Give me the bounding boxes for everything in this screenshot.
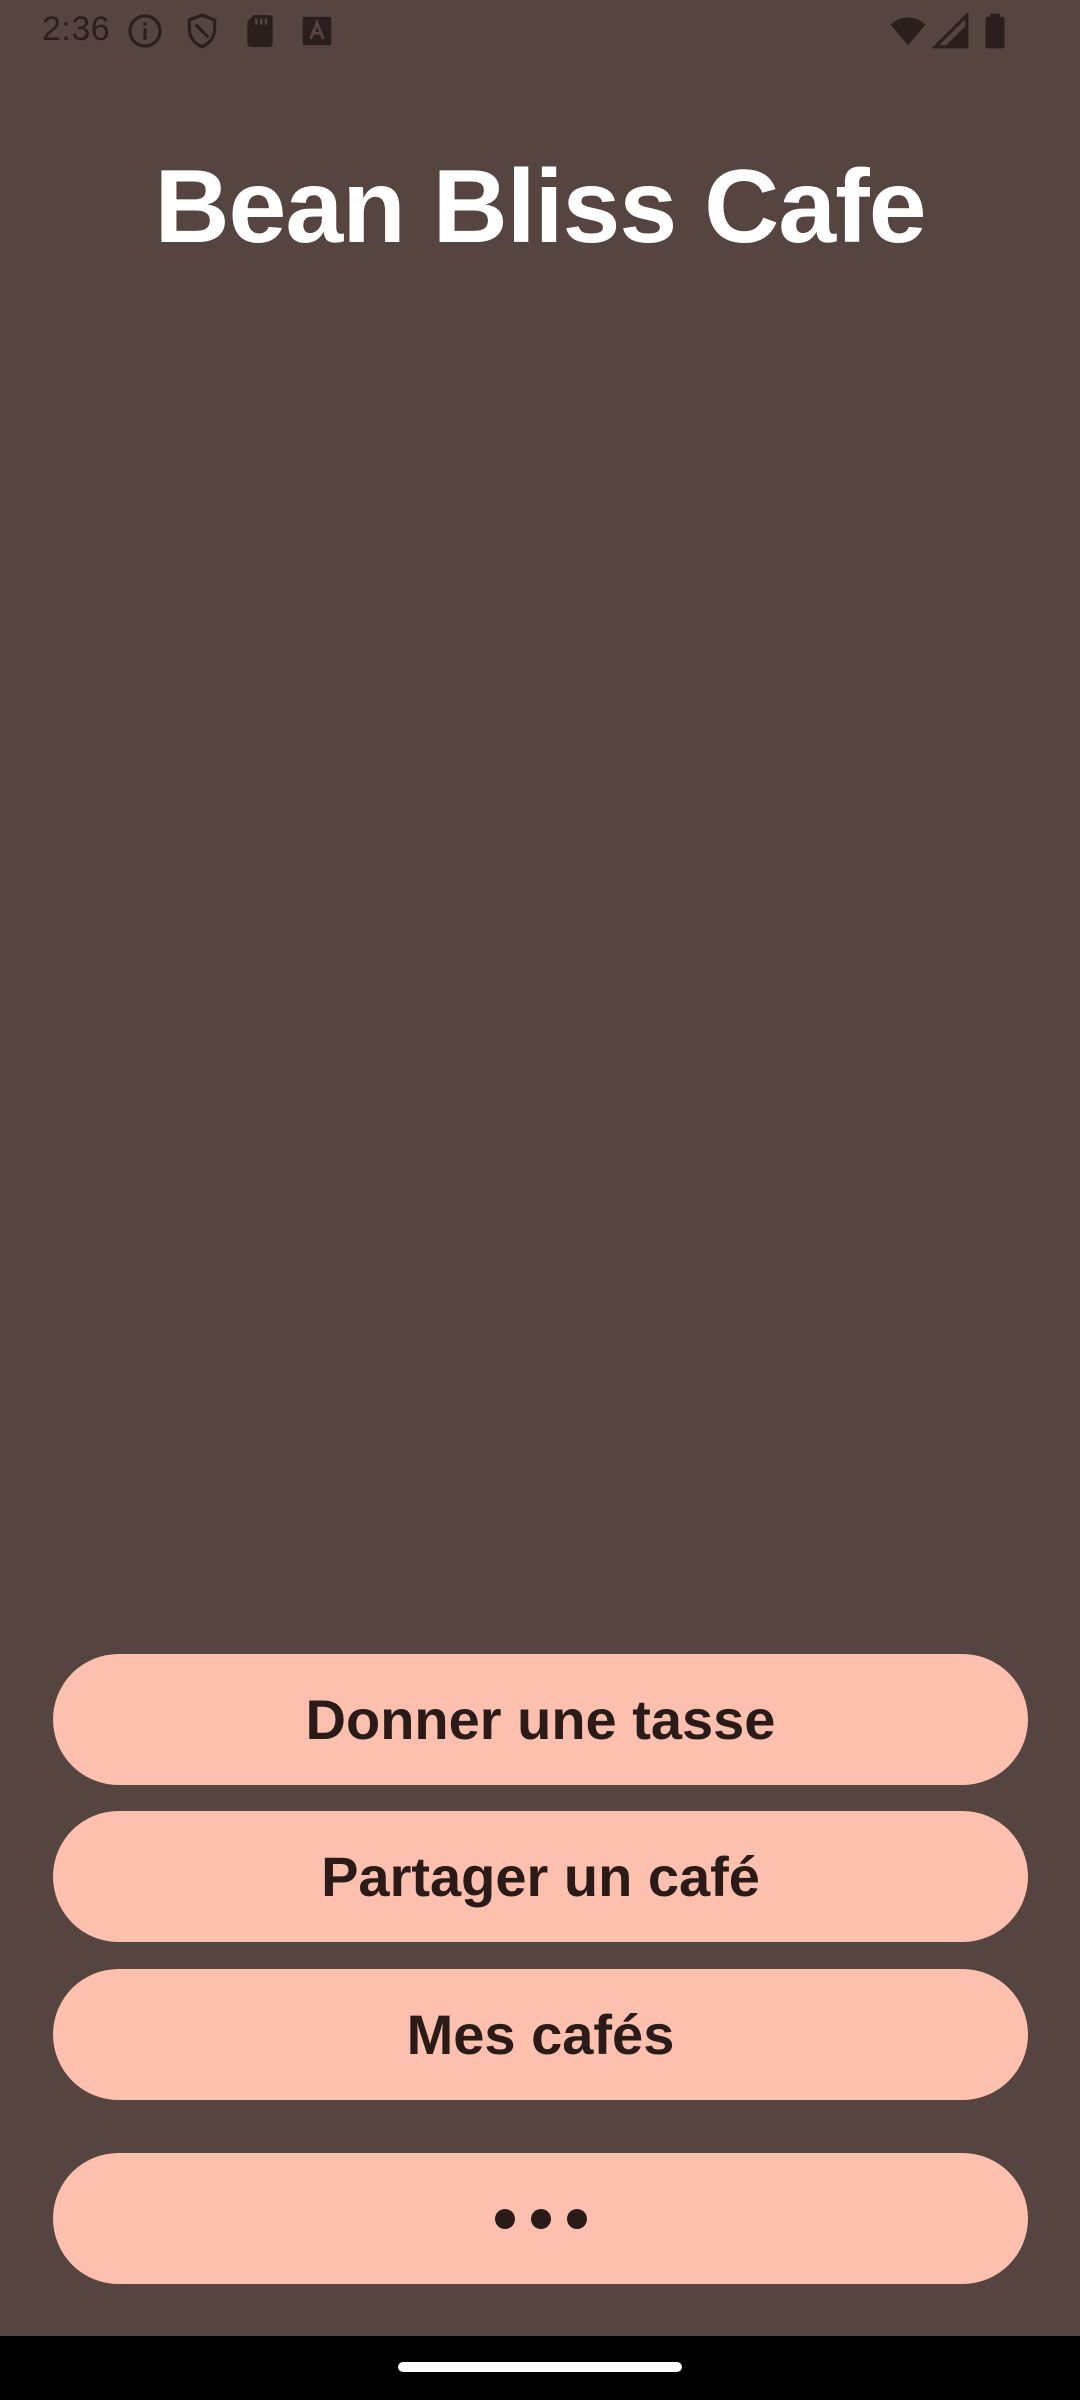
share-coffee-button[interactable]: Partager un café [53,1811,1028,1942]
status-bar: 2:36 [0,0,1080,62]
share-coffee-label: Partager un café [321,1845,760,1908]
sd-card-icon [241,12,279,50]
app-screen: 2:36 Bean Bliss Cafe Donner une tasse Pa… [0,0,1080,2336]
font-a-icon [298,12,336,50]
info-icon [126,12,164,50]
my-coffees-button[interactable]: Mes cafés [53,1969,1028,2100]
wifi-icon [889,12,927,50]
donate-cup-button[interactable]: Donner une tasse [53,1654,1028,1785]
donate-cup-label: Donner une tasse [305,1688,776,1751]
more-options-button[interactable] [53,2153,1028,2284]
home-gesture-handle[interactable] [398,2362,682,2372]
more-horizontal-icon [494,2208,587,2229]
signal-icon [932,12,970,50]
shield-icon [183,12,221,50]
app-title: Bean Bliss Cafe [154,149,926,265]
my-coffees-label: Mes cafés [406,2003,675,2066]
battery-icon [976,12,1014,50]
status-time: 2:36 [42,10,111,48]
